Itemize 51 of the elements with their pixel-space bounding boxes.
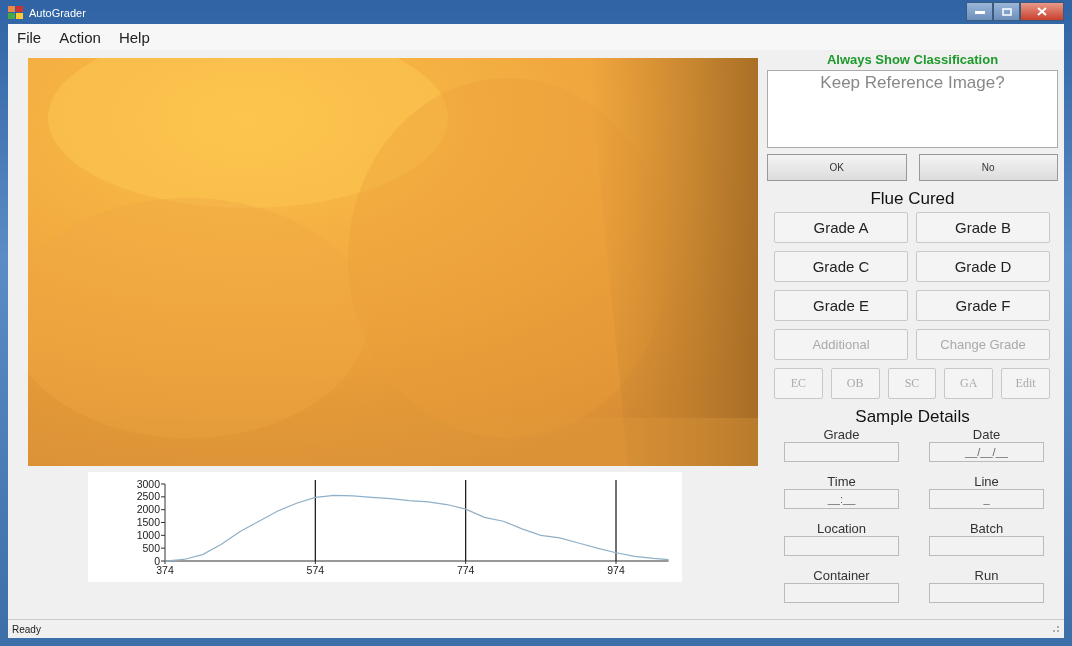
grade-button[interactable]: Grade F bbox=[916, 290, 1050, 321]
window-title: AutoGrader bbox=[29, 7, 86, 19]
y-tick-label: 1000 bbox=[136, 528, 160, 541]
x-tick-label: 574 bbox=[306, 564, 325, 576]
y-tick-label: 2000 bbox=[136, 503, 160, 516]
minimize-icon bbox=[974, 9, 985, 14]
input-field[interactable] bbox=[929, 583, 1044, 603]
grade-button[interactable]: Grade A bbox=[774, 212, 908, 243]
close-button[interactable] bbox=[1020, 2, 1064, 21]
grade-button[interactable]: Grade C bbox=[774, 251, 908, 282]
y-tick-label: 0 bbox=[154, 554, 160, 567]
minimize-button[interactable] bbox=[966, 2, 993, 21]
grade-button[interactable]: Grade E bbox=[774, 290, 908, 321]
input-field[interactable] bbox=[784, 583, 899, 603]
grade-button[interactable]: Grade D bbox=[916, 251, 1050, 282]
y-tick-label: 500 bbox=[142, 541, 160, 554]
x-tick-label: 974 bbox=[607, 564, 625, 576]
section-heading: Sample Details bbox=[855, 407, 970, 427]
input-field[interactable] bbox=[929, 536, 1044, 556]
menu-item[interactable]: File bbox=[10, 26, 49, 48]
field-label: Date bbox=[972, 427, 1001, 442]
resize-grip-icon bbox=[1052, 625, 1060, 633]
menu-item[interactable]: Help bbox=[111, 26, 157, 48]
field-label: Line bbox=[974, 474, 999, 489]
maximize-icon bbox=[1001, 7, 1012, 16]
prompt-button[interactable]: OK bbox=[767, 154, 907, 181]
x-tick-label: 374 bbox=[156, 564, 174, 576]
prompt-text: Keep Reference Image? bbox=[820, 73, 1005, 93]
app-icon bbox=[8, 6, 24, 20]
grade-button[interactable]: Grade B bbox=[916, 212, 1050, 243]
status-text: Ready bbox=[12, 623, 41, 635]
field-label: Batch bbox=[969, 521, 1004, 536]
input-field[interactable]: __/__/__ bbox=[929, 442, 1044, 462]
section-heading: Flue Cured bbox=[870, 189, 955, 209]
x-tick-label: 774 bbox=[456, 564, 475, 576]
prompt-button[interactable]: No bbox=[918, 154, 1058, 181]
y-tick-label: 1500 bbox=[136, 516, 160, 528]
field-label: Time bbox=[827, 474, 856, 489]
field-label: Grade bbox=[823, 427, 860, 442]
input-field[interactable]: _ bbox=[929, 489, 1044, 509]
field-label: Container bbox=[813, 568, 870, 583]
field-label: Location bbox=[816, 521, 867, 536]
maximize-button[interactable] bbox=[993, 2, 1020, 21]
close-icon bbox=[1037, 7, 1047, 16]
input-field[interactable] bbox=[784, 536, 899, 556]
y-tick-label: 3000 bbox=[136, 477, 160, 490]
menu-item[interactable]: Action bbox=[52, 26, 108, 48]
y-tick-label: 2500 bbox=[136, 490, 160, 503]
input-field[interactable] bbox=[784, 442, 899, 462]
field-label: Run bbox=[974, 568, 999, 583]
input-field[interactable]: __:__ bbox=[784, 489, 899, 509]
